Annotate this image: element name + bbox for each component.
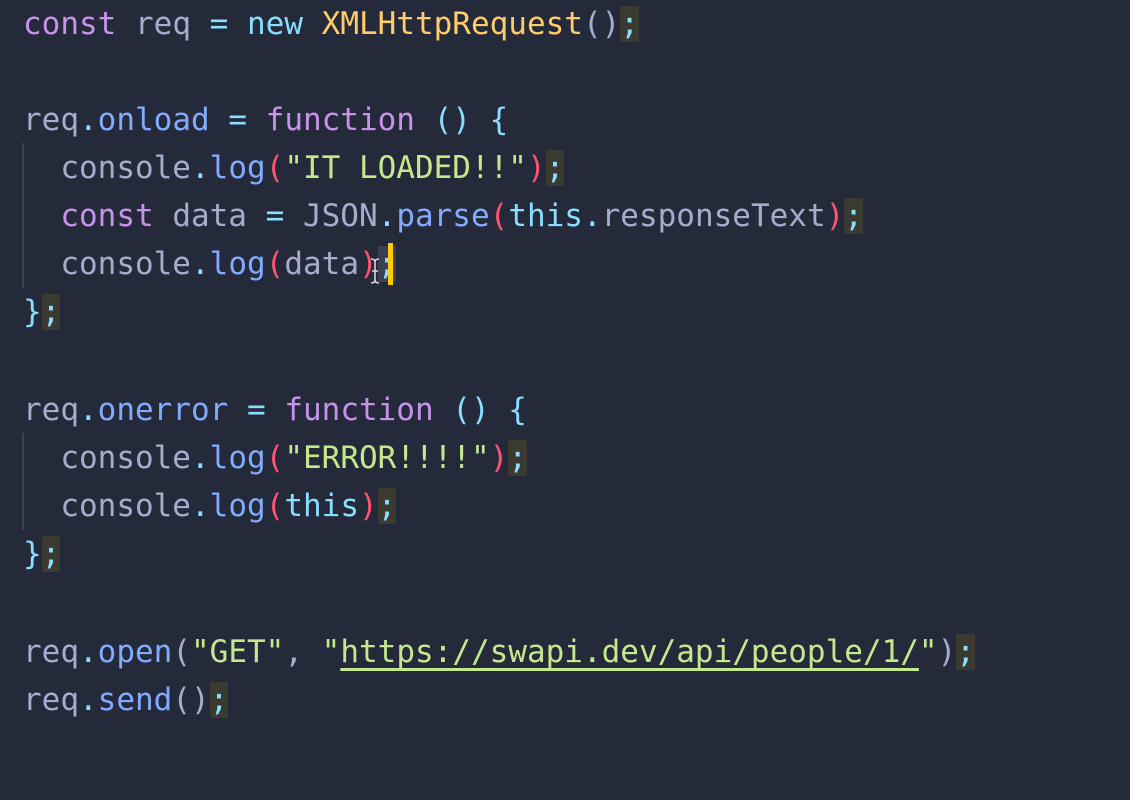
token: ) [526, 150, 546, 186]
token: = [265, 198, 285, 234]
token: console [60, 440, 191, 476]
token: function [265, 102, 415, 138]
text-cursor-icon [370, 258, 380, 284]
token: ) [937, 634, 957, 670]
token: ; [620, 6, 639, 42]
token: ( [265, 150, 285, 186]
token: log [209, 246, 266, 282]
token: ; [209, 682, 229, 718]
token: ( [265, 246, 285, 282]
token: "GET" [191, 634, 285, 670]
token: ; [844, 198, 863, 234]
token: . [79, 392, 98, 428]
token: , [284, 634, 322, 670]
token: . [582, 198, 602, 234]
token: const [60, 198, 154, 234]
token: onerror [97, 392, 229, 428]
token: ; [545, 150, 565, 186]
token: this [284, 488, 359, 524]
code-line[interactable]: req.open("GET", "https://swapi.dev/api/p… [23, 628, 975, 676]
token: data [153, 198, 266, 234]
code-line[interactable]: }; [23, 288, 61, 336]
token: ) [358, 488, 378, 524]
token: responseText [601, 198, 826, 234]
token: . [79, 634, 98, 670]
token: XMLHttpRequest [321, 6, 583, 42]
code-line[interactable]: req.send(); [23, 676, 229, 724]
token: ) [825, 198, 845, 234]
code-line[interactable]: req.onload = function () { [23, 96, 508, 144]
token: req [116, 6, 210, 42]
token: = [209, 102, 266, 138]
token: parse [396, 198, 490, 234]
token: function [284, 392, 434, 428]
code-line[interactable]: console.log(data); [23, 240, 397, 288]
token: ; [956, 634, 975, 670]
token: "ERROR!!!!" [284, 440, 490, 476]
token: ; [41, 294, 61, 330]
token: . [190, 246, 210, 282]
token: req [23, 392, 79, 428]
token: "IT LOADED!!" [284, 150, 527, 186]
token: log [209, 488, 266, 524]
token: () { [414, 102, 509, 138]
token: const [23, 6, 117, 42]
token: } [23, 294, 42, 330]
token: ( [265, 488, 285, 524]
token: this [508, 198, 583, 234]
token: onload [97, 102, 210, 138]
token: . [190, 440, 210, 476]
text-caret [388, 243, 393, 285]
token: . [79, 682, 98, 718]
token: log [209, 440, 266, 476]
code-line[interactable]: console.log("IT LOADED!!"); [23, 144, 565, 192]
token: () [582, 6, 621, 42]
token: () { [433, 392, 527, 428]
token: console [60, 488, 191, 524]
code-line[interactable]: const req = new XMLHttpRequest(); [23, 0, 639, 48]
token: = [228, 392, 285, 428]
token: . [190, 488, 210, 524]
token: ) [489, 440, 509, 476]
url-link[interactable]: https://swapi.dev/api/people/1/ [340, 634, 919, 670]
token: ( [489, 198, 509, 234]
token: ; [508, 440, 527, 476]
token: send [97, 682, 173, 718]
token: " [321, 634, 341, 670]
token: JSON [284, 198, 378, 234]
token: ; [377, 488, 397, 524]
token: . [79, 102, 98, 138]
token: req [23, 102, 79, 138]
code-line[interactable]: }; [23, 530, 61, 578]
code-line[interactable]: console.log("ERROR!!!!"); [23, 434, 527, 482]
token: ( [265, 440, 285, 476]
token: ( [172, 634, 191, 670]
token: console [60, 150, 191, 186]
token: req [23, 634, 79, 670]
token: open [97, 634, 173, 670]
token: req [23, 682, 79, 718]
token: console [60, 246, 191, 282]
token: " [918, 634, 938, 670]
token: } [23, 536, 42, 572]
code-editor[interactable]: const req = new XMLHttpRequest(); req.on… [0, 0, 1130, 800]
token: data [284, 246, 359, 282]
token: () [172, 682, 210, 718]
token: new [228, 6, 322, 42]
code-line[interactable]: const data = JSON.parse(this.responseTex… [23, 192, 863, 240]
code-line[interactable]: req.onerror = function () { [23, 386, 527, 434]
token: = [209, 6, 229, 42]
token: . [190, 150, 210, 186]
token: . [377, 198, 397, 234]
code-line[interactable]: console.log(this); [23, 482, 397, 530]
token: log [209, 150, 266, 186]
token: ; [41, 536, 61, 572]
